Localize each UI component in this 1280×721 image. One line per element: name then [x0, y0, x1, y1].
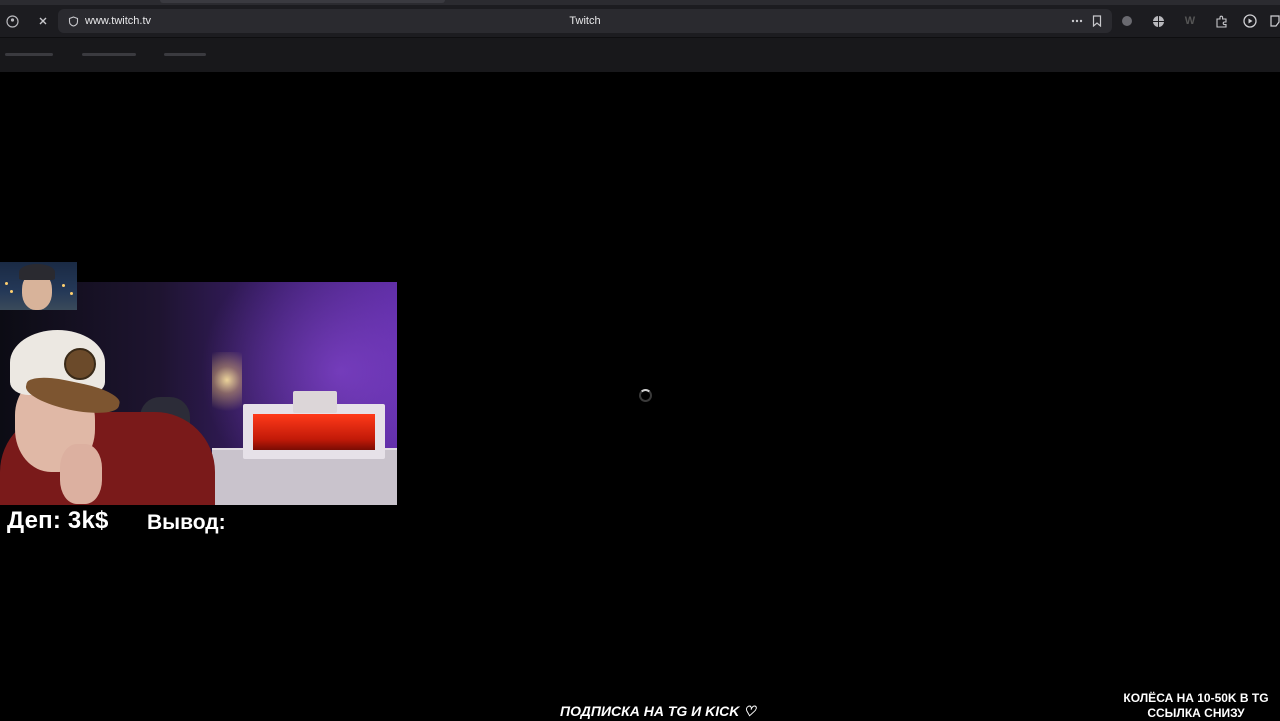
tab-title: Twitch — [569, 15, 601, 27]
twitch-nav-skeleton — [0, 38, 1280, 72]
nav-placeholder-1 — [5, 53, 53, 56]
app-icon[interactable] — [1268, 14, 1280, 28]
play-icon[interactable] — [1243, 14, 1257, 28]
tree-lamp — [212, 352, 242, 422]
globe-icon[interactable] — [1151, 14, 1165, 28]
wheel-promo: КОЛЁСА НА 10-50K В TG ССЫЛКА СНИЗУ — [1116, 691, 1276, 721]
puzzle-icon[interactable] — [1214, 14, 1228, 28]
wheel-promo-line1: КОЛЁСА НА 10-50K В TG — [1123, 691, 1269, 705]
loading-spinner-icon — [639, 389, 652, 402]
deposit-label: Деп: 3k$ — [7, 507, 109, 534]
streamer-webcam — [0, 282, 397, 505]
active-tab-indicator — [160, 0, 445, 3]
extension-a-icon[interactable] — [1120, 14, 1134, 28]
withdrawal-label: Вывод: — [147, 511, 226, 534]
nav-placeholder-2 — [82, 53, 136, 56]
subscribe-promo: ПОДПИСКА НА TG И KICK ♡ — [560, 703, 756, 719]
bookmark-icon[interactable] — [1090, 14, 1104, 28]
pip-camera — [0, 262, 77, 310]
wheel-promo-line2: ССЫЛКА СНИЗУ — [1147, 706, 1245, 720]
nav-placeholder-3 — [164, 53, 206, 56]
w-icon[interactable]: W — [1183, 14, 1197, 28]
browser-toolbar: www.twitch.tv Twitch W — [0, 5, 1280, 38]
more-icon[interactable] — [1070, 14, 1084, 28]
